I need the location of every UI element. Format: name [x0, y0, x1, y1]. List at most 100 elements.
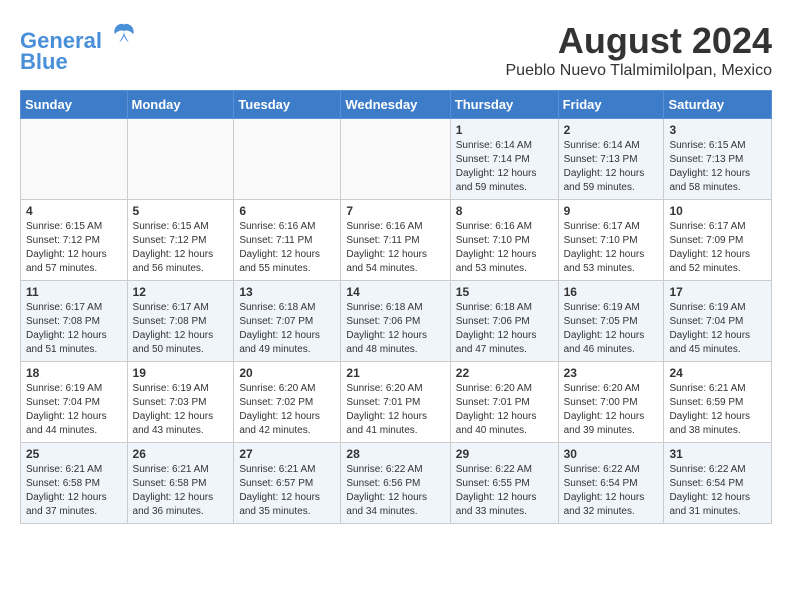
- day-number: 21: [346, 366, 444, 380]
- cell-content: Sunrise: 6:21 AMSunset: 6:58 PMDaylight:…: [26, 463, 122, 519]
- cell-content: Sunrise: 6:19 AMSunset: 7:03 PMDaylight:…: [133, 382, 229, 438]
- day-number: 16: [564, 285, 659, 299]
- day-number: 12: [133, 285, 229, 299]
- calendar-cell: [234, 119, 341, 200]
- cell-content: Sunrise: 6:16 AMSunset: 7:11 PMDaylight:…: [346, 220, 444, 276]
- cell-content: Sunrise: 6:14 AMSunset: 7:14 PMDaylight:…: [456, 139, 553, 195]
- day-number: 7: [346, 204, 444, 218]
- day-number: 9: [564, 204, 659, 218]
- calendar-cell: 11 Sunrise: 6:17 AMSunset: 7:08 PMDayligh…: [21, 281, 128, 362]
- weekday-header-sunday: Sunday: [21, 91, 128, 119]
- page-header: General Blue August 2024 Pueblo Nuevo Tl…: [20, 20, 772, 80]
- calendar-cell: 2Sunrise: 6:14 AMSunset: 7:13 PMDaylight…: [558, 119, 664, 200]
- weekday-header-thursday: Thursday: [450, 91, 558, 119]
- calendar-cell: 21 Sunrise: 6:20 AMSunset: 7:01 PMDayligh…: [341, 362, 450, 443]
- calendar-cell: 19 Sunrise: 6:19 AMSunset: 7:03 PMDayligh…: [127, 362, 234, 443]
- weekday-header-wednesday: Wednesday: [341, 91, 450, 119]
- calendar-cell: 3 Sunrise: 6:15 AMSunset: 7:13 PMDaylight…: [664, 119, 772, 200]
- cell-content: Sunrise: 6:16 AMSunset: 7:11 PMDaylight:…: [239, 220, 335, 276]
- day-number: 30: [564, 447, 659, 461]
- calendar-cell: 17 Sunrise: 6:19 AMSunset: 7:04 PMDayligh…: [664, 281, 772, 362]
- calendar-cell: 9 Sunrise: 6:17 AMSunset: 7:10 PMDaylight…: [558, 200, 664, 281]
- day-number: 27: [239, 447, 335, 461]
- logo-bird-icon: [110, 20, 138, 48]
- cell-content: Sunrise: 6:22 AMSunset: 6:56 PMDaylight:…: [346, 463, 444, 519]
- calendar-cell: 31 Sunrise: 6:22 AMSunset: 6:54 PMDayligh…: [664, 443, 772, 524]
- cell-content: Sunrise: 6:22 AMSunset: 6:54 PMDaylight:…: [564, 463, 659, 519]
- day-number: 6: [239, 204, 335, 218]
- calendar-cell: 15Sunrise: 6:18 AMSunset: 7:06 PMDayligh…: [450, 281, 558, 362]
- calendar-cell: 6 Sunrise: 6:16 AMSunset: 7:11 PMDaylight…: [234, 200, 341, 281]
- calendar-cell: 5 Sunrise: 6:15 AMSunset: 7:12 PMDaylight…: [127, 200, 234, 281]
- cell-content: Sunrise: 6:17 AMSunset: 7:08 PMDaylight:…: [133, 301, 229, 357]
- cell-content: Sunrise: 6:16 AMSunset: 7:10 PMDaylight:…: [456, 220, 553, 276]
- calendar-cell: 7 Sunrise: 6:16 AMSunset: 7:11 PMDaylight…: [341, 200, 450, 281]
- weekday-header-tuesday: Tuesday: [234, 91, 341, 119]
- cell-content: Sunrise: 6:20 AMSunset: 7:02 PMDaylight:…: [239, 382, 335, 438]
- calendar-cell: [127, 119, 234, 200]
- cell-content: Sunrise: 6:22 AMSunset: 6:54 PMDaylight:…: [669, 463, 766, 519]
- cell-content: Sunrise: 6:21 AMSunset: 6:59 PMDaylight:…: [669, 382, 766, 438]
- day-number: 11: [26, 285, 122, 299]
- calendar-cell: 4 Sunrise: 6:15 AMSunset: 7:12 PMDaylight…: [21, 200, 128, 281]
- calendar-cell: 8 Sunrise: 6:16 AMSunset: 7:10 PMDaylight…: [450, 200, 558, 281]
- cell-content: Sunrise: 6:15 AMSunset: 7:12 PMDaylight:…: [133, 220, 229, 276]
- calendar-week-2: 4 Sunrise: 6:15 AMSunset: 7:12 PMDaylight…: [21, 200, 772, 281]
- calendar-cell: 22 Sunrise: 6:20 AMSunset: 7:01 PMDayligh…: [450, 362, 558, 443]
- calendar-cell: 14 Sunrise: 6:18 AMSunset: 7:06 PMDayligh…: [341, 281, 450, 362]
- day-number: 10: [669, 204, 766, 218]
- day-number: 25: [26, 447, 122, 461]
- calendar-cell: 24 Sunrise: 6:21 AMSunset: 6:59 PMDayligh…: [664, 362, 772, 443]
- day-number: 8: [456, 204, 553, 218]
- calendar-cell: [341, 119, 450, 200]
- cell-content: Sunrise: 6:22 AMSunset: 6:55 PMDaylight:…: [456, 463, 553, 519]
- calendar-cell: 1Sunrise: 6:14 AMSunset: 7:14 PMDaylight…: [450, 119, 558, 200]
- calendar-table: SundayMondayTuesdayWednesdayThursdayFrid…: [20, 90, 772, 524]
- day-number: 17: [669, 285, 766, 299]
- cell-content: Sunrise: 6:20 AMSunset: 7:00 PMDaylight:…: [564, 382, 659, 438]
- calendar-cell: 30 Sunrise: 6:22 AMSunset: 6:54 PMDayligh…: [558, 443, 664, 524]
- day-number: 28: [346, 447, 444, 461]
- title-block: August 2024 Pueblo Nuevo Tlalmimilolpan,…: [506, 20, 773, 80]
- day-number: 3: [669, 123, 766, 137]
- calendar-cell: 25 Sunrise: 6:21 AMSunset: 6:58 PMDayligh…: [21, 443, 128, 524]
- cell-content: Sunrise: 6:21 AMSunset: 6:58 PMDaylight:…: [133, 463, 229, 519]
- location-title: Pueblo Nuevo Tlalmimilolpan, Mexico: [506, 62, 773, 80]
- cell-content: Sunrise: 6:17 AMSunset: 7:09 PMDaylight:…: [669, 220, 766, 276]
- day-number: 22: [456, 366, 553, 380]
- cell-content: Sunrise: 6:20 AMSunset: 7:01 PMDaylight:…: [456, 382, 553, 438]
- day-number: 15: [456, 285, 553, 299]
- day-number: 29: [456, 447, 553, 461]
- calendar-week-5: 25 Sunrise: 6:21 AMSunset: 6:58 PMDayligh…: [21, 443, 772, 524]
- calendar-week-4: 18Sunrise: 6:19 AMSunset: 7:04 PMDayligh…: [21, 362, 772, 443]
- cell-content: Sunrise: 6:14 AMSunset: 7:13 PMDaylight:…: [564, 139, 659, 195]
- cell-content: Sunrise: 6:18 AMSunset: 7:06 PMDaylight:…: [346, 301, 444, 357]
- cell-content: Sunrise: 6:17 AMSunset: 7:10 PMDaylight:…: [564, 220, 659, 276]
- cell-content: Sunrise: 6:15 AMSunset: 7:12 PMDaylight:…: [26, 220, 122, 276]
- calendar-cell: 29 Sunrise: 6:22 AMSunset: 6:55 PMDayligh…: [450, 443, 558, 524]
- cell-content: Sunrise: 6:18 AMSunset: 7:07 PMDaylight:…: [239, 301, 335, 357]
- cell-content: Sunrise: 6:15 AMSunset: 7:13 PMDaylight:…: [669, 139, 766, 195]
- day-number: 14: [346, 285, 444, 299]
- calendar-cell: 18Sunrise: 6:19 AMSunset: 7:04 PMDayligh…: [21, 362, 128, 443]
- cell-content: Sunrise: 6:19 AMSunset: 7:04 PMDaylight:…: [26, 382, 122, 438]
- weekday-header-friday: Friday: [558, 91, 664, 119]
- day-number: 4: [26, 204, 122, 218]
- day-number: 19: [133, 366, 229, 380]
- day-number: 5: [133, 204, 229, 218]
- logo: General Blue: [20, 20, 138, 75]
- day-number: 23: [564, 366, 659, 380]
- cell-content: Sunrise: 6:17 AMSunset: 7:08 PMDaylight:…: [26, 301, 122, 357]
- cell-content: Sunrise: 6:20 AMSunset: 7:01 PMDaylight:…: [346, 382, 444, 438]
- cell-content: Sunrise: 6:19 AMSunset: 7:04 PMDaylight:…: [669, 301, 766, 357]
- calendar-cell: 20Sunrise: 6:20 AMSunset: 7:02 PMDayligh…: [234, 362, 341, 443]
- calendar-cell: 16 Sunrise: 6:19 AMSunset: 7:05 PMDayligh…: [558, 281, 664, 362]
- day-number: 13: [239, 285, 335, 299]
- day-number: 24: [669, 366, 766, 380]
- calendar-week-3: 11 Sunrise: 6:17 AMSunset: 7:08 PMDayligh…: [21, 281, 772, 362]
- day-number: 26: [133, 447, 229, 461]
- calendar-week-1: 1Sunrise: 6:14 AMSunset: 7:14 PMDaylight…: [21, 119, 772, 200]
- cell-content: Sunrise: 6:19 AMSunset: 7:05 PMDaylight:…: [564, 301, 659, 357]
- day-number: 31: [669, 447, 766, 461]
- calendar-cell: 28 Sunrise: 6:22 AMSunset: 6:56 PMDayligh…: [341, 443, 450, 524]
